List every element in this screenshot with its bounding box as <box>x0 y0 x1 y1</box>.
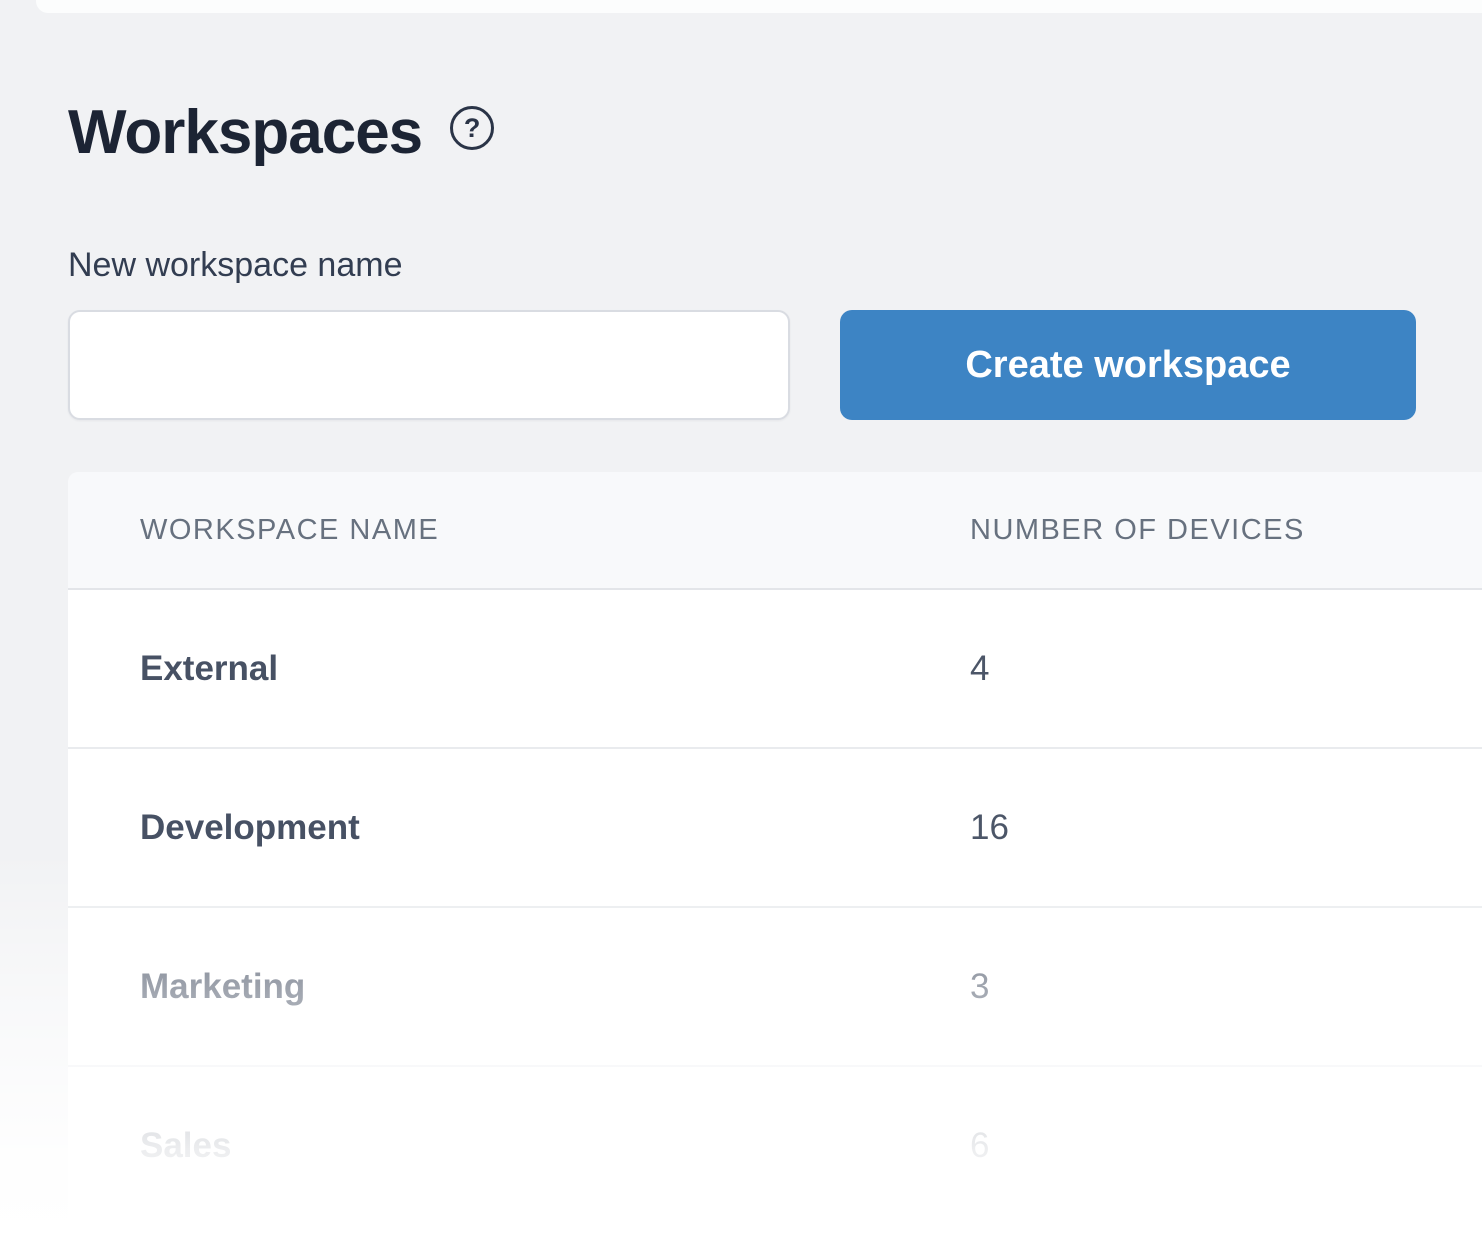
table-header-row: Workspace name Number of devices <box>68 472 1482 590</box>
workspace-name: External <box>140 649 278 688</box>
table-row[interactable]: External 4 <box>68 590 1482 749</box>
page-title: Workspaces <box>68 96 422 169</box>
workspace-name: Development <box>140 808 360 847</box>
device-count: 4 <box>970 649 989 688</box>
column-header-workspace-name: Workspace name <box>140 514 439 546</box>
help-icon[interactable]: ? <box>450 106 494 150</box>
column-header-number-of-devices: Number of devices <box>970 514 1305 546</box>
device-count: 3 <box>970 967 989 1006</box>
new-workspace-label: New workspace name <box>68 246 402 285</box>
device-count: 16 <box>970 808 1009 847</box>
workspaces-table: Workspace name Number of devices Externa… <box>68 472 1482 1226</box>
page-header: Workspaces ? <box>68 96 494 169</box>
table-row[interactable]: Marketing 3 <box>68 908 1482 1067</box>
device-count: 6 <box>970 1126 989 1165</box>
table-row[interactable]: Development 16 <box>68 749 1482 908</box>
new-workspace-name-input[interactable] <box>68 310 790 420</box>
create-workspace-button[interactable]: Create workspace <box>840 310 1416 420</box>
top-edge-strip <box>36 0 1482 13</box>
table-row[interactable]: Sales 6 <box>68 1067 1482 1226</box>
workspace-name: Sales <box>140 1126 231 1165</box>
workspace-name: Marketing <box>140 967 305 1006</box>
create-workspace-form: Create workspace <box>68 310 1416 420</box>
